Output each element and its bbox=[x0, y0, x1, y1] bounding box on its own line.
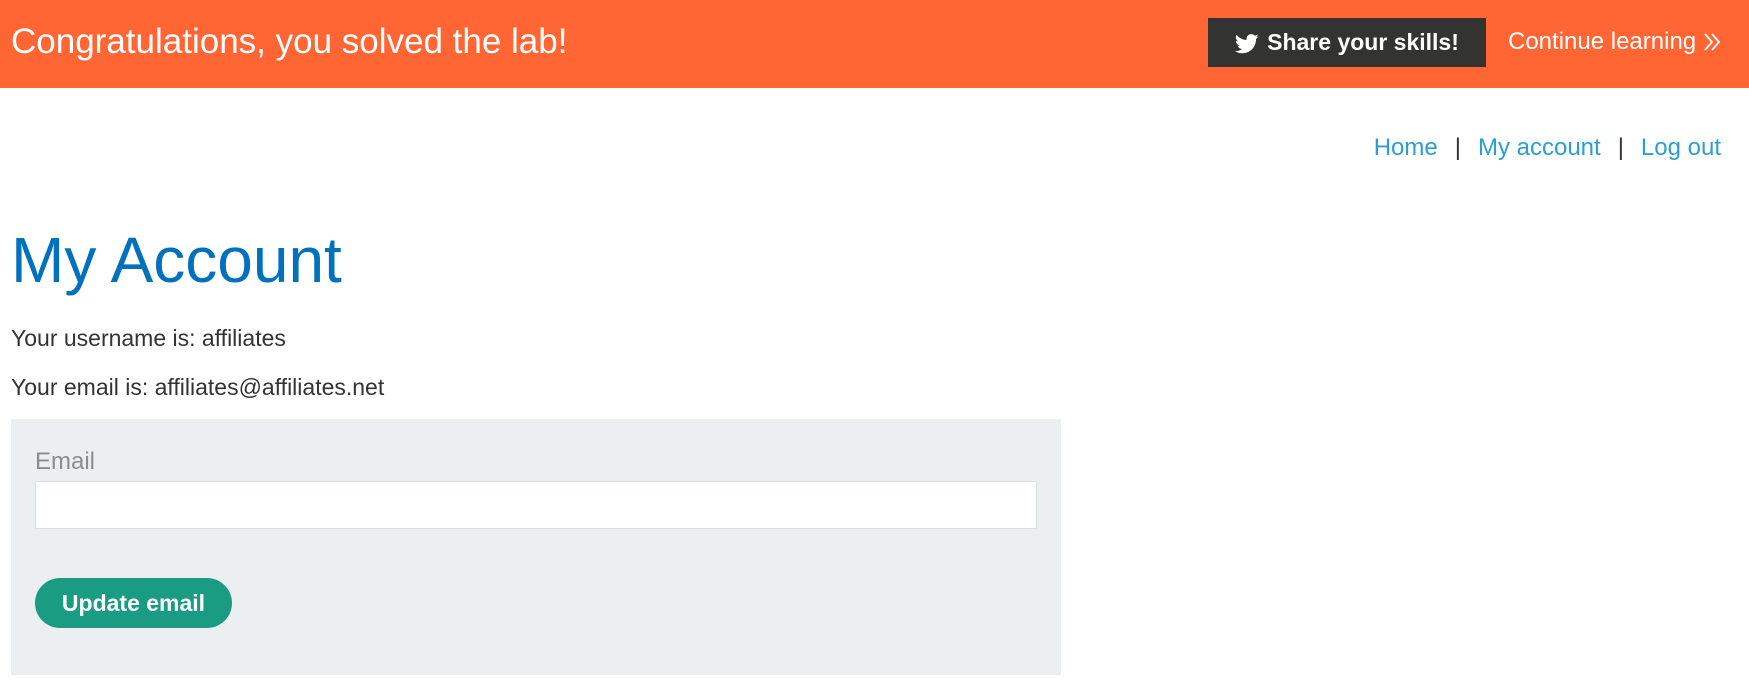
twitter-icon bbox=[1235, 33, 1259, 53]
update-email-form: Email Update email bbox=[11, 419, 1061, 675]
nav-log-out-link[interactable]: Log out bbox=[1641, 133, 1721, 163]
email-info: Your email is: affiliates@affiliates.net bbox=[11, 374, 385, 400]
nav-my-account-link[interactable]: My account bbox=[1478, 133, 1601, 163]
chevrons-right-icon bbox=[1702, 31, 1722, 53]
continue-learning-link[interactable]: Continue learning bbox=[1508, 27, 1722, 57]
email-field[interactable] bbox=[35, 481, 1037, 529]
page-title: My Account bbox=[11, 224, 342, 296]
top-nav: Home | My account | Log out bbox=[1374, 133, 1721, 163]
nav-separator: | bbox=[1454, 134, 1461, 161]
update-email-button[interactable]: Update email bbox=[35, 578, 232, 628]
nav-separator: | bbox=[1617, 134, 1624, 161]
email-label: Email bbox=[35, 448, 96, 475]
nav-home-link[interactable]: Home bbox=[1374, 133, 1438, 163]
share-skills-button[interactable]: Share your skills! bbox=[1208, 18, 1486, 67]
lab-solved-banner: Congratulations, you solved the lab! Sha… bbox=[0, 0, 1749, 88]
continue-learning-label: Continue learning bbox=[1508, 28, 1697, 55]
banner-title: Congratulations, you solved the lab! bbox=[11, 22, 568, 61]
username-info: Your username is: affiliates bbox=[11, 325, 286, 351]
share-skills-label: Share your skills! bbox=[1267, 29, 1459, 55]
